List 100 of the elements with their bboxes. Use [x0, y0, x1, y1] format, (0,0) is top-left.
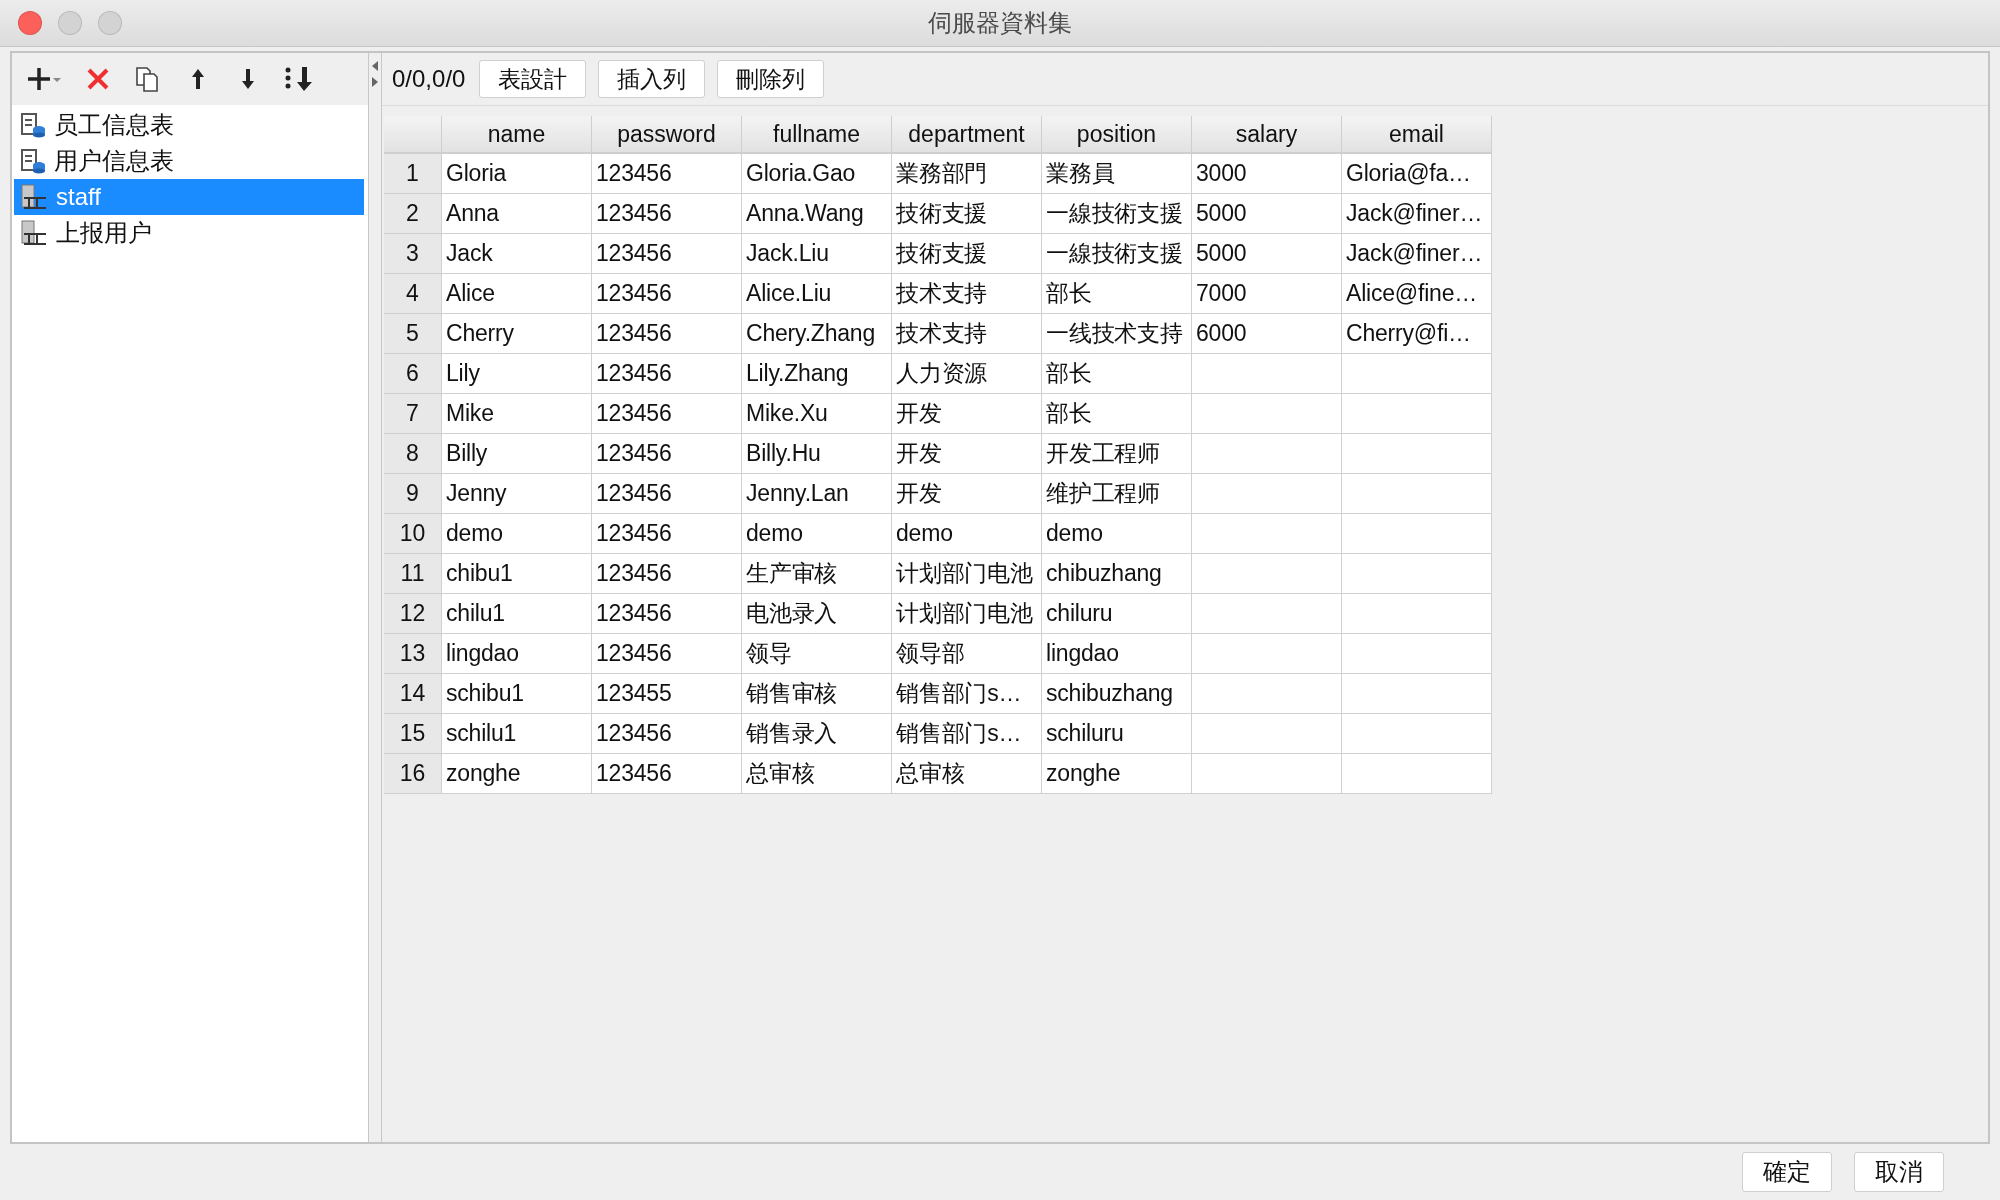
table-cell: Gloria.Gao: [742, 154, 892, 194]
table-cell: demo: [1042, 514, 1192, 554]
table-cell: 开发: [892, 394, 1042, 434]
column-header[interactable]: position: [1042, 116, 1192, 154]
table-cell: schiluru: [1042, 714, 1192, 754]
row-number: 7: [384, 394, 442, 434]
table-cell: 123456: [592, 594, 742, 634]
table-cell: 7000: [1192, 274, 1342, 314]
tree-item[interactable]: 用户信息表: [14, 143, 364, 179]
table-cell: Lily.Zhang: [742, 354, 892, 394]
server-grid-icon: [20, 219, 48, 247]
toolbar-button[interactable]: 插入列: [598, 60, 706, 98]
table-cell: Mike.Xu: [742, 394, 892, 434]
collapse-left-icon[interactable]: [372, 61, 378, 71]
table-cell: 技术支持: [892, 274, 1042, 314]
table-cell: Gloria@fa…: [1342, 154, 1492, 194]
row-number: 11: [384, 554, 442, 594]
table-cell: 销售审核: [742, 674, 892, 714]
table-file-icon: [20, 112, 46, 138]
table-cell: Lily: [442, 354, 592, 394]
table-cell: 一線技術支援: [1042, 194, 1192, 234]
cell-counter: 0/0,0/0: [392, 65, 466, 93]
column-header[interactable]: name: [442, 116, 592, 154]
row-number: 12: [384, 594, 442, 634]
toolbar-button[interactable]: 表設計: [479, 60, 587, 98]
row-number: 15: [384, 714, 442, 754]
table-cell: chiluru: [1042, 594, 1192, 634]
row-number: 9: [384, 474, 442, 514]
table-cell: 123456: [592, 474, 742, 514]
table-cell: 技術支援: [892, 234, 1042, 274]
row-number: 1: [384, 154, 442, 194]
table-cell: 123456: [592, 754, 742, 794]
table-cell: 123456: [592, 554, 742, 594]
table-cell: 123456: [592, 354, 742, 394]
table-cell: 3000: [1192, 154, 1342, 194]
table-cell: Billy: [442, 434, 592, 474]
table-cell: 部长: [1042, 394, 1192, 434]
table-cell: 123456: [592, 514, 742, 554]
table-cell: 5000: [1192, 234, 1342, 274]
table-cell: 领导部: [892, 634, 1042, 674]
row-number: 13: [384, 634, 442, 674]
tree-item-label: 上报用户: [56, 218, 152, 248]
column-header[interactable]: salary: [1192, 116, 1342, 154]
table-cell: Cherry: [442, 314, 592, 354]
row-number: 16: [384, 754, 442, 794]
row-number: 5: [384, 314, 442, 354]
table-cell: Cherry@fi…: [1342, 314, 1492, 354]
table-cell: 業務部門: [892, 154, 1042, 194]
table-cell: 开发: [892, 434, 1042, 474]
table-cell: demo: [442, 514, 592, 554]
table-cell: 123456: [592, 434, 742, 474]
table-cell: 计划部门电池: [892, 594, 1042, 634]
table-cell: Mike: [442, 394, 592, 434]
close-button[interactable]: [18, 11, 42, 35]
toolbar-button[interactable]: 刪除列: [717, 60, 825, 98]
dialog-button[interactable]: 取消: [1854, 1152, 1944, 1192]
row-number: 8: [384, 434, 442, 474]
tree-item[interactable]: 员工信息表: [14, 107, 364, 143]
table-cell: 电池录入: [742, 594, 892, 634]
column-header[interactable]: department: [892, 116, 1042, 154]
row-number: 6: [384, 354, 442, 394]
table-cell: 5000: [1192, 194, 1342, 234]
table-cell: zonghe: [442, 754, 592, 794]
table-cell: 123456: [592, 194, 742, 234]
table-cell: schibuzhang: [1042, 674, 1192, 714]
table-cell: 总审核: [742, 754, 892, 794]
tree-item-label: 员工信息表: [54, 110, 174, 140]
row-number: 14: [384, 674, 442, 714]
table-cell: 123455: [592, 674, 742, 714]
table-cell: chilu1: [442, 594, 592, 634]
table-cell: Jack: [442, 234, 592, 274]
table-cell: demo: [742, 514, 892, 554]
table-cell: Jack@finer…: [1342, 234, 1492, 274]
tree-item[interactable]: 上报用户: [14, 215, 364, 251]
column-header[interactable]: password: [592, 116, 742, 154]
table-cell: Jenny.Lan: [742, 474, 892, 514]
table-cell: 维护工程师: [1042, 474, 1192, 514]
table-cell: 销售部门s…: [892, 674, 1042, 714]
table-cell: chibuzhang: [1042, 554, 1192, 594]
table-file-icon: [20, 148, 46, 174]
expand-right-icon[interactable]: [372, 77, 378, 87]
table-cell: Billy.Hu: [742, 434, 892, 474]
dialog-button[interactable]: 確定: [1742, 1152, 1832, 1192]
table-cell: Gloria: [442, 154, 592, 194]
table-cell: 123456: [592, 154, 742, 194]
table-cell: 技術支援: [892, 194, 1042, 234]
table-cell: Jenny: [442, 474, 592, 514]
column-header[interactable]: email: [1342, 116, 1492, 154]
table-cell: Anna: [442, 194, 592, 234]
table-cell: 123456: [592, 234, 742, 274]
add-icon[interactable]: [26, 65, 62, 93]
table-cell: Jack.Liu: [742, 234, 892, 274]
table-cell: 人力资源: [892, 354, 1042, 394]
table-cell: 计划部门电池: [892, 554, 1042, 594]
table-cell: 6000: [1192, 314, 1342, 354]
table-cell: Anna.Wang: [742, 194, 892, 234]
table-cell: 开发: [892, 474, 1042, 514]
table-cell: lingdao: [1042, 634, 1192, 674]
table-cell: chibu1: [442, 554, 592, 594]
column-header[interactable]: fullname: [742, 116, 892, 154]
